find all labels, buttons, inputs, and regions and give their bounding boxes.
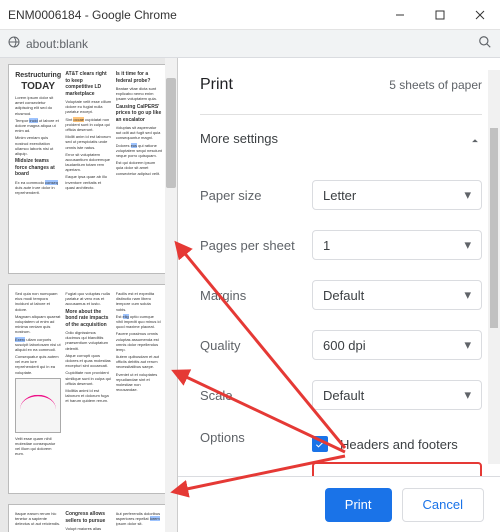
- address-text: about:blank: [26, 37, 88, 51]
- caret-down-icon: ▾: [464, 387, 471, 403]
- quality-label: Quality: [200, 338, 312, 353]
- checkbox-checked-icon: [312, 436, 328, 452]
- caret-down-icon: ▾: [464, 287, 471, 303]
- more-settings-label: More settings: [200, 131, 468, 146]
- options-label: Options: [200, 430, 312, 445]
- paper-size-select[interactable]: Letter ▾: [312, 180, 482, 210]
- print-button[interactable]: Print: [325, 488, 392, 522]
- address-bar[interactable]: about:blank: [0, 30, 500, 58]
- caret-down-icon: ▾: [464, 337, 471, 353]
- cancel-button[interactable]: Cancel: [402, 488, 484, 522]
- pages-per-sheet-select[interactable]: 1 ▾: [312, 230, 482, 260]
- chart-thumbnail: [15, 378, 61, 433]
- print-settings-pane: Print 5 sheets of paper More settings Pa…: [178, 58, 500, 532]
- pages-per-sheet-label: Pages per sheet: [200, 238, 312, 253]
- caret-down-icon: ▾: [464, 237, 471, 253]
- paper-size-label: Paper size: [200, 188, 312, 203]
- print-dialog-title: Print: [200, 76, 389, 94]
- scale-select[interactable]: Default ▾: [312, 380, 482, 410]
- chevron-up-icon: [468, 129, 482, 148]
- caret-down-icon: ▾: [464, 187, 471, 203]
- page-thumbnail-1[interactable]: RestructuringTODAY Lorem ipsum dolor sit…: [8, 64, 169, 274]
- annotation-highlight: Background graphics: [312, 462, 482, 476]
- page-thumbnail-2[interactable]: Sed quia non numquam eius modi tempora i…: [8, 284, 169, 494]
- window-controls: [380, 0, 500, 30]
- quality-select[interactable]: 600 dpi ▾: [312, 330, 482, 360]
- close-button[interactable]: [460, 0, 500, 30]
- minimize-button[interactable]: [380, 0, 420, 30]
- margins-label: Margins: [200, 288, 312, 303]
- maximize-button[interactable]: [420, 0, 460, 30]
- dialog-footer: Print Cancel: [178, 476, 500, 532]
- site-info-icon[interactable]: [8, 36, 20, 51]
- window-titlebar: ENM0006184 - Google Chrome: [0, 0, 500, 30]
- more-settings-toggle[interactable]: More settings: [200, 114, 482, 170]
- window-title: ENM0006184 - Google Chrome: [8, 8, 380, 22]
- margins-select[interactable]: Default ▾: [312, 280, 482, 310]
- headers-footers-checkbox[interactable]: Headers and footers: [312, 430, 482, 458]
- search-icon[interactable]: [478, 35, 492, 52]
- sheet-count: 5 sheets of paper: [389, 78, 482, 92]
- background-graphics-checkbox[interactable]: Background graphics: [322, 470, 472, 476]
- page-thumbnail-3[interactable]: Itaque earum rerum hic tenetur a sapient…: [8, 504, 169, 532]
- preview-scrollbar[interactable]: [165, 58, 177, 532]
- print-preview-pane[interactable]: RestructuringTODAY Lorem ipsum dolor sit…: [0, 58, 178, 532]
- settings-scrollbar[interactable]: [488, 58, 500, 476]
- scale-label: Scale: [200, 388, 312, 403]
